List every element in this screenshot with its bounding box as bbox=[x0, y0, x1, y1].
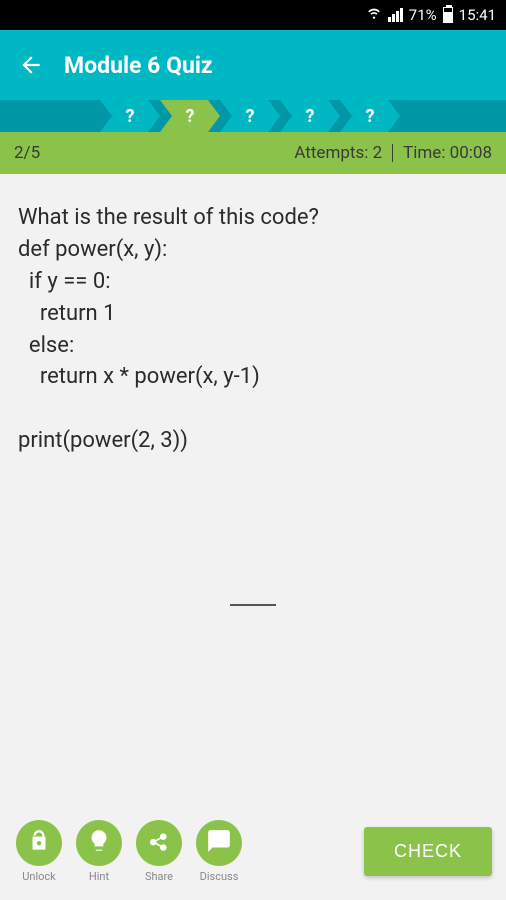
unlock-label: Unlock bbox=[14, 870, 64, 883]
progress-step-3[interactable]: ? bbox=[220, 100, 280, 132]
progress-step-1[interactable]: ? bbox=[100, 100, 160, 132]
discuss-label: Discuss bbox=[194, 870, 244, 883]
info-bar: 2/5 Attempts: 2 Time: 00:08 bbox=[0, 132, 506, 174]
bottom-toolbar: Unlock Hint Share Discuss CHECK bbox=[0, 812, 506, 900]
discuss-icon bbox=[206, 828, 232, 858]
back-button[interactable] bbox=[18, 52, 44, 78]
progress-bar: ? ? ? ? ? bbox=[0, 100, 506, 132]
progress-step-2[interactable]: ? bbox=[160, 100, 220, 132]
unlock-icon bbox=[26, 828, 52, 858]
share-label: Share bbox=[134, 870, 184, 883]
signal-icon bbox=[388, 8, 403, 22]
info-divider bbox=[392, 144, 393, 162]
app-bar: Module 6 Quiz bbox=[0, 30, 506, 100]
hint-icon bbox=[86, 828, 112, 858]
question-code: def power(x, y): if y == 0: return 1 els… bbox=[18, 234, 488, 457]
progress-step-5[interactable]: ? bbox=[340, 100, 400, 132]
hint-label: Hint bbox=[74, 870, 124, 883]
share-icon bbox=[146, 828, 172, 858]
status-bar: 71% 15:41 bbox=[0, 0, 506, 30]
clock: 15:41 bbox=[459, 6, 496, 24]
question-prompt: What is the result of this code? bbox=[18, 202, 488, 234]
attempts-label: Attempts: 2 bbox=[294, 143, 382, 163]
wifi-icon bbox=[366, 6, 382, 24]
battery-percent: 71% bbox=[409, 6, 437, 24]
hint-button[interactable]: Hint bbox=[74, 820, 124, 883]
unlock-button[interactable]: Unlock bbox=[14, 820, 64, 883]
question-area: What is the result of this code? def pow… bbox=[0, 174, 506, 812]
question-position: 2/5 bbox=[14, 143, 40, 163]
page-title: Module 6 Quiz bbox=[64, 52, 213, 79]
progress-step-4[interactable]: ? bbox=[280, 100, 340, 132]
check-button[interactable]: CHECK bbox=[364, 827, 492, 876]
time-label: Time: 00:08 bbox=[403, 143, 492, 163]
share-button[interactable]: Share bbox=[134, 820, 184, 883]
battery-icon bbox=[443, 7, 453, 23]
discuss-button[interactable]: Discuss bbox=[194, 820, 244, 883]
answer-input[interactable] bbox=[230, 604, 276, 606]
